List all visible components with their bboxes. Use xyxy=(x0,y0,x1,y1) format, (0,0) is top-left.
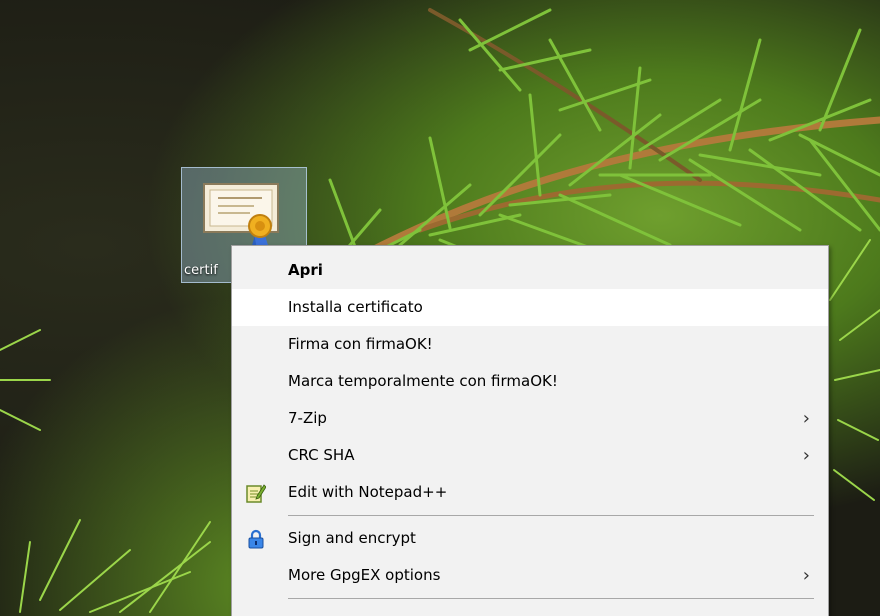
menu-item-label: Edit with Notepad++ xyxy=(288,483,448,501)
menu-item-crc-sha[interactable]: CRC SHA › xyxy=(232,437,828,474)
menu-item-label: Marca temporalmente con firmaOK! xyxy=(288,372,558,390)
menu-item-7zip[interactable]: 7-Zip › xyxy=(232,400,828,437)
menu-item-sign-firmaok[interactable]: Firma con firmaOK! xyxy=(232,326,828,363)
menu-item-label: Firma con firmaOK! xyxy=(288,335,433,353)
menu-item-open[interactable]: Apri xyxy=(232,252,828,289)
menu-separator xyxy=(288,598,814,599)
chevron-right-icon: › xyxy=(802,565,810,586)
padlock-icon xyxy=(248,529,264,549)
menu-item-label: 7-Zip xyxy=(288,409,327,427)
menu-item-more-gpgex-options[interactable]: More GpgEX options › xyxy=(232,557,828,594)
chevron-right-icon: › xyxy=(802,408,810,429)
menu-item-install-certificate[interactable]: Installa certificato xyxy=(232,289,828,326)
desktop-background: certif Apri Installa certificato Firma c… xyxy=(0,0,880,616)
desktop-icon-label: certif xyxy=(184,263,218,278)
menu-item-label: More GpgEX options xyxy=(288,566,441,584)
menu-item-label: Sign and encrypt xyxy=(288,529,416,547)
context-menu: Apri Installa certificato Firma con firm… xyxy=(231,245,829,616)
menu-separator xyxy=(288,515,814,516)
menu-item-label: Apri xyxy=(288,261,323,279)
chevron-right-icon: › xyxy=(802,445,810,466)
menu-item-label: CRC SHA xyxy=(288,446,355,464)
notepad-plus-plus-icon xyxy=(246,484,266,503)
menu-item-timestamp-firmaok[interactable]: Marca temporalmente con firmaOK! xyxy=(232,363,828,400)
menu-item-edit-notepadpp[interactable]: Edit with Notepad++ xyxy=(232,474,828,511)
menu-item-sign-and-encrypt[interactable]: Sign and encrypt xyxy=(232,520,828,557)
menu-item-label: Installa certificato xyxy=(288,298,423,316)
